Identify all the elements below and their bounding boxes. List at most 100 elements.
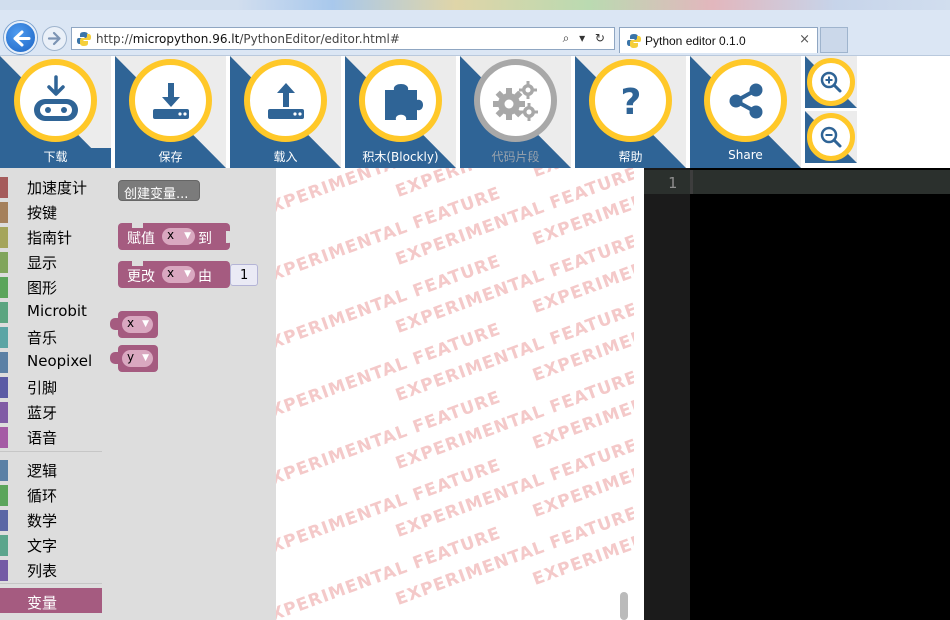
category-compass[interactable]: 指南针 bbox=[0, 223, 102, 248]
tab-close-icon[interactable]: × bbox=[799, 32, 810, 47]
category-label: 语音 bbox=[27, 429, 58, 447]
download-button[interactable]: 下载 bbox=[0, 56, 111, 168]
set-block-to-label: 到 bbox=[198, 231, 212, 247]
back-arrow-icon bbox=[13, 30, 31, 47]
editor-gutter bbox=[644, 168, 690, 620]
variable-x-block[interactable]: x ▼ bbox=[118, 311, 158, 338]
share-button[interactable]: Share bbox=[690, 56, 801, 168]
load-button[interactable]: 载入 bbox=[230, 56, 341, 168]
category-math[interactable]: 数学 bbox=[0, 506, 102, 531]
category-display[interactable]: 显示 bbox=[0, 248, 102, 273]
snippets-button[interactable]: 代码片段 bbox=[460, 56, 571, 168]
category-pins[interactable]: 引脚 bbox=[0, 373, 102, 398]
variable-dropdown[interactable]: x ▼ bbox=[162, 266, 195, 283]
code-editor[interactable]: 1 bbox=[644, 168, 950, 620]
category-variables[interactable]: 变量 bbox=[0, 588, 102, 613]
category-neopixel[interactable]: Neopixel bbox=[0, 348, 102, 373]
category-buttons[interactable]: 按键 bbox=[0, 198, 102, 223]
change-variable-block[interactable]: 更改 x ▼ 由 bbox=[118, 261, 230, 288]
number-input[interactable]: 1 bbox=[230, 264, 258, 286]
category-swatch bbox=[0, 327, 8, 348]
category-label: 列表 bbox=[27, 562, 58, 580]
change-block-by-label: 由 bbox=[198, 269, 212, 285]
category-label: 数学 bbox=[27, 512, 58, 530]
category-swatch bbox=[0, 227, 8, 248]
variable-dropdown[interactable]: y ▼ bbox=[122, 350, 153, 367]
category-lists[interactable]: 列表 bbox=[0, 556, 102, 581]
change-block-label: 更改 bbox=[127, 269, 155, 285]
category-logic[interactable]: 逻辑 bbox=[0, 456, 102, 481]
category-microbit[interactable]: Microbit bbox=[0, 298, 102, 323]
blockly-toolbox: 加速度计 按键 指南针 显示 图形 Microbit 音乐 Neopixel 引… bbox=[0, 168, 102, 620]
tab-title: Python editor 0.1.0 bbox=[645, 34, 746, 48]
workspace-scrollbar[interactable] bbox=[620, 592, 628, 620]
help-button[interactable]: ? 帮助 bbox=[575, 56, 686, 168]
save-button[interactable]: 保存 bbox=[115, 56, 226, 168]
set-variable-block[interactable]: 赋值 x ▼ 到 bbox=[118, 223, 230, 250]
category-swatch bbox=[0, 510, 8, 531]
category-label: Neopixel bbox=[27, 352, 93, 370]
address-bar[interactable]: http://micropython.96.lt/PythonEditor/ed… bbox=[71, 27, 615, 50]
save-label: 保存 bbox=[158, 150, 183, 164]
toolbox-separator bbox=[0, 583, 102, 584]
new-tab-button[interactable] bbox=[820, 27, 848, 53]
category-label: 按键 bbox=[27, 204, 58, 222]
category-label: 变量 bbox=[27, 594, 58, 612]
category-image[interactable]: 图形 bbox=[0, 273, 102, 298]
category-label: 循环 bbox=[27, 487, 58, 505]
load-label: 载入 bbox=[273, 150, 298, 164]
category-swatch bbox=[0, 377, 8, 398]
snippets-label: 代码片段 bbox=[491, 150, 540, 164]
category-music[interactable]: 音乐 bbox=[0, 323, 102, 348]
svg-text:?: ? bbox=[620, 82, 641, 121]
category-label: 逻辑 bbox=[27, 462, 58, 480]
blockly-workspace[interactable]: EXPERIMENTAL FEATURE EXPERIMENTAL FEATURE… bbox=[276, 168, 634, 620]
microbit-download-icon bbox=[14, 59, 97, 142]
create-variable-button[interactable]: 创建变量... bbox=[118, 180, 200, 202]
share-icon bbox=[704, 59, 787, 142]
block-input-socket bbox=[226, 231, 234, 243]
category-label: 蓝牙 bbox=[27, 404, 58, 422]
category-swatch bbox=[0, 177, 8, 198]
upload-icon bbox=[244, 59, 327, 142]
toolbox-separator bbox=[0, 451, 102, 452]
category-accelerometer[interactable]: 加速度计 bbox=[0, 173, 102, 198]
variable-y-block[interactable]: y ▼ bbox=[118, 345, 158, 372]
category-speech[interactable]: 语音 bbox=[0, 423, 102, 448]
blockly-button[interactable]: 积木(Blockly) bbox=[345, 56, 456, 168]
create-variable-label: 创建变量... bbox=[124, 187, 189, 202]
category-text[interactable]: 文字 bbox=[0, 531, 102, 556]
category-label: 指南针 bbox=[27, 229, 73, 247]
category-swatch bbox=[0, 202, 8, 223]
back-button[interactable] bbox=[4, 21, 37, 54]
line-number: 1 bbox=[667, 174, 677, 192]
variable-dropdown[interactable]: x ▼ bbox=[162, 228, 195, 245]
address-controls[interactable]: ⌕ ▾ ↻ bbox=[563, 31, 608, 46]
download-label: 下载 bbox=[43, 150, 68, 164]
block-output-plug bbox=[110, 352, 118, 364]
puzzle-piece-icon bbox=[359, 59, 442, 142]
category-swatch bbox=[0, 252, 8, 273]
category-swatch bbox=[0, 302, 8, 323]
block-output-plug bbox=[110, 318, 118, 330]
forward-button[interactable] bbox=[42, 26, 67, 51]
help-label: 帮助 bbox=[618, 150, 643, 164]
python-favicon-icon bbox=[76, 31, 92, 51]
category-swatch bbox=[0, 427, 8, 448]
app-toolbar: 下载 保存 载入 积木(Blockly) 代码片段 ? 帮助 Share bbox=[0, 56, 950, 168]
category-label: 音乐 bbox=[27, 329, 58, 347]
category-label: Microbit bbox=[27, 302, 87, 320]
category-loops[interactable]: 循环 bbox=[0, 481, 102, 506]
zoom-out-button[interactable] bbox=[805, 111, 857, 163]
browser-chrome: http://micropython.96.lt/PythonEditor/ed… bbox=[0, 0, 950, 56]
zoom-in-button[interactable] bbox=[805, 56, 857, 108]
gears-icon bbox=[474, 59, 557, 142]
editor-cursor bbox=[690, 170, 693, 194]
url-text[interactable]: http://micropython.96.lt/PythonEditor/ed… bbox=[96, 32, 400, 46]
variable-dropdown[interactable]: x ▼ bbox=[122, 316, 153, 333]
zoom-in-icon bbox=[807, 58, 855, 106]
share-label: Share bbox=[728, 148, 763, 162]
category-bluetooth[interactable]: 蓝牙 bbox=[0, 398, 102, 423]
category-label: 图形 bbox=[27, 279, 58, 297]
tab-python-editor[interactable]: Python editor 0.1.0 × bbox=[619, 27, 818, 53]
